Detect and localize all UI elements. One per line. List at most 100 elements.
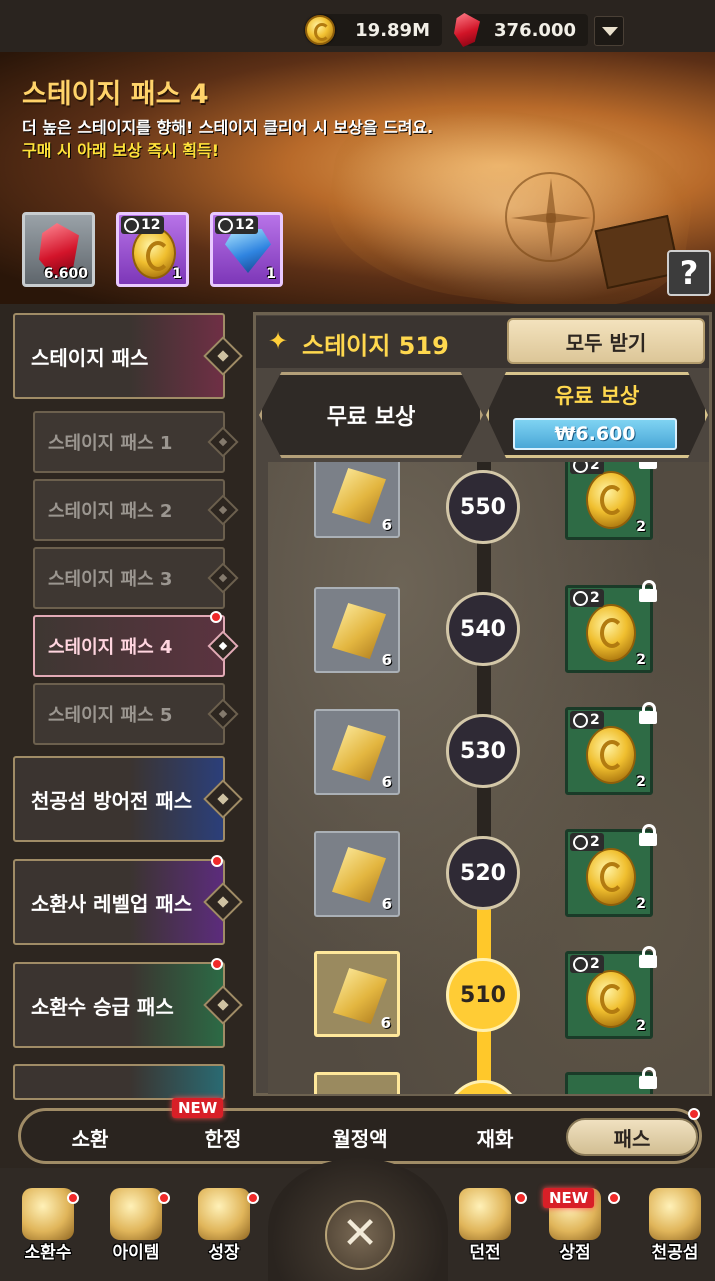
sidebar-item-label: 스테이지 패스 xyxy=(31,345,149,370)
reward-track[interactable]: 6 550 2 2 6 540 2 2 6 530 2 2 6 520 2 2 xyxy=(268,462,709,1094)
gold-coin-icon xyxy=(305,15,335,45)
diamond-arrow-icon xyxy=(203,985,243,1025)
crossed-swords-icon[interactable]: ✕ xyxy=(325,1200,395,1270)
ruby-amount[interactable]: 376.000 xyxy=(466,14,588,46)
notification-dot xyxy=(515,1192,527,1204)
free-reward-tile-claimable[interactable] xyxy=(314,1072,400,1094)
nav-sky-island[interactable]: 천공섬 xyxy=(635,1178,715,1278)
timer-badge: 2 xyxy=(570,955,604,973)
free-reward-tile[interactable]: 6 xyxy=(314,462,400,538)
reward-count: 2 xyxy=(636,652,646,668)
reward-count: 1 xyxy=(172,266,182,282)
tab-limited[interactable]: 한정 xyxy=(178,1118,268,1156)
treasure-chest-icon xyxy=(110,1188,162,1240)
gold-coin-icon xyxy=(586,604,636,662)
paid-reward-tile[interactable]: 2 2 xyxy=(565,824,657,917)
banner-note: 구매 시 아래 보상 즉시 획득! xyxy=(22,141,220,160)
free-reward-tile[interactable]: 6 xyxy=(314,831,400,917)
nav-label: 상점 xyxy=(559,1243,591,1263)
free-reward-header: 무료 보상 xyxy=(259,372,483,458)
new-badge: NEW xyxy=(543,1188,595,1208)
notification-dot xyxy=(211,855,223,867)
level-node: 530 xyxy=(446,714,520,788)
sidebar-item-summon-promotion-pass[interactable]: 소환수 승급 패스 xyxy=(13,962,243,1048)
banner-reward-ruby[interactable]: 6.600 xyxy=(22,212,95,287)
notification-dot xyxy=(608,1192,620,1204)
current-stage: 스테이지 519 xyxy=(302,332,449,360)
sidebar-item-summoner-levelup-pass[interactable]: 소환사 레벨업 패스 xyxy=(13,859,243,945)
diamond-arrow-icon xyxy=(207,562,239,594)
compass-illustration xyxy=(505,172,595,262)
sidebar-item-label: 소환사 레벨업 패스 xyxy=(31,891,193,916)
free-reward-tile[interactable]: 6 xyxy=(314,709,400,795)
diamond-arrow-icon xyxy=(203,336,243,376)
reward-count: 2 xyxy=(636,896,646,912)
level-number: 550 xyxy=(460,494,506,520)
paid-reward-tile[interactable] xyxy=(565,1067,657,1094)
help-button[interactable]: ? xyxy=(667,250,711,296)
reward-count: 2 xyxy=(636,1018,646,1034)
nav-dungeon[interactable]: 던전 xyxy=(445,1178,525,1278)
new-badge: NEW xyxy=(172,1098,224,1118)
sidebar-item-label: 스테이지 패스 5 xyxy=(48,705,173,726)
sidebar-subitem-pass-1[interactable]: 스테이지 패스 1 xyxy=(33,411,239,473)
timer-badge: 2 xyxy=(570,833,604,851)
sidebar-item-label: 스테이지 패스 3 xyxy=(48,569,173,590)
sidebar-subitem-pass-3[interactable]: 스테이지 패스 3 xyxy=(33,547,239,609)
paid-reward-tile[interactable]: 2 2 xyxy=(565,580,657,673)
sidebar-item-label: 스테이지 패스 4 xyxy=(48,637,173,658)
tab-pass[interactable]: 패스 xyxy=(566,1118,698,1156)
banner-description: 더 높은 스테이지를 향해! 스테이지 클리어 시 보상을 드려요. xyxy=(22,118,434,137)
tab-currency[interactable]: 재화 xyxy=(450,1118,540,1156)
lock-icon xyxy=(638,580,658,602)
growth-arrow-icon xyxy=(198,1188,250,1240)
paid-reward-tile[interactable]: 2 2 xyxy=(565,946,657,1039)
diamond-arrow-icon xyxy=(207,630,239,662)
paid-reward-tile[interactable]: 2 2 xyxy=(565,702,657,795)
sidebar-item-label: 스테이지 패스 1 xyxy=(48,433,173,454)
reward-count: 6 xyxy=(381,895,392,913)
nav-label: 소환수 xyxy=(24,1243,72,1263)
nav-label: 성장 xyxy=(208,1243,240,1263)
tab-summon[interactable]: 소환 xyxy=(45,1118,135,1156)
sidebar-item-label: 천공섬 방어전 패스 xyxy=(31,788,193,813)
sidebar-item-sky-island-pass[interactable]: 천공섬 방어전 패스 xyxy=(13,756,243,842)
sky-island-icon xyxy=(649,1188,701,1240)
tab-monthly[interactable]: 월정액 xyxy=(310,1118,410,1156)
paid-reward-tile[interactable]: 2 2 xyxy=(565,462,657,540)
sidebar-subitem-pass-4[interactable]: 스테이지 패스 4 xyxy=(33,615,239,677)
scroll-icon xyxy=(332,847,386,903)
diamond-arrow-icon xyxy=(207,698,239,730)
claim-all-button[interactable]: 모두 받기 xyxy=(507,318,705,364)
timer-badge: 12 xyxy=(121,216,165,234)
chevron-down-icon[interactable] xyxy=(594,16,624,46)
lock-icon xyxy=(638,824,658,846)
purchase-button[interactable]: ₩6.600 xyxy=(513,418,677,450)
banner-reward-gem[interactable]: 12 1 xyxy=(210,212,283,287)
reward-count: 6.600 xyxy=(43,266,88,282)
banner-reward-coin[interactable]: 12 1 xyxy=(116,212,189,287)
reward-count: 6 xyxy=(381,773,392,791)
diamond-arrow-icon xyxy=(203,779,243,819)
level-number: 510 xyxy=(460,982,506,1008)
nav-label: 천공섬 xyxy=(651,1243,699,1263)
star-icon: ✦ xyxy=(268,327,289,355)
gold-coin-icon xyxy=(586,471,636,529)
blue-gem-icon xyxy=(225,229,271,273)
nav-label: 던전 xyxy=(469,1243,501,1263)
timer-badge: 2 xyxy=(570,711,604,729)
diamond-arrow-icon xyxy=(203,882,243,922)
reward-count: 2 xyxy=(636,519,646,535)
scroll-icon xyxy=(333,968,387,1024)
sidebar-subitem-pass-5[interactable]: 스테이지 패스 5 xyxy=(33,683,239,745)
reward-count: 6 xyxy=(381,516,392,534)
reward-count: 1 xyxy=(266,266,276,282)
level-number: 530 xyxy=(460,738,506,764)
sidebar-item-partial[interactable] xyxy=(13,1064,225,1100)
free-reward-tile-claimable[interactable]: 6 xyxy=(314,951,400,1037)
free-reward-tile[interactable]: 6 xyxy=(314,587,400,673)
sidebar-subitem-pass-2[interactable]: 스테이지 패스 2 xyxy=(33,479,239,541)
sidebar-item-stage-pass[interactable]: 스테이지 패스 xyxy=(13,313,243,399)
scroll-icon xyxy=(332,603,386,659)
gold-amount[interactable]: 19.89M xyxy=(318,14,442,46)
